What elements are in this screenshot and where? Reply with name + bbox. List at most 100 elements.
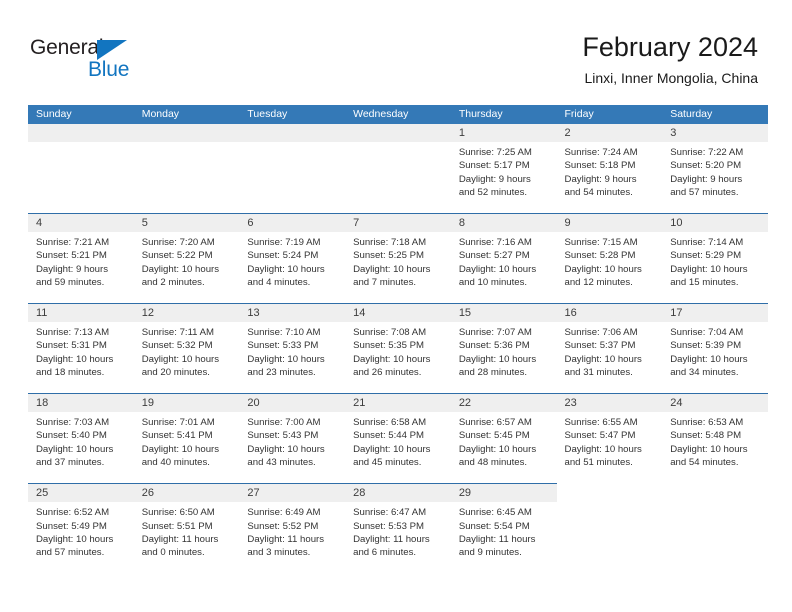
- day-number: 23: [564, 397, 577, 409]
- daylight-text-line1: Daylight: 10 hours: [36, 353, 114, 365]
- sunrise-text: Sunrise: 7:04 AM: [670, 327, 744, 338]
- day-number-band: 20: [239, 394, 346, 412]
- sunrise-text: Sunrise: 6:50 AM: [141, 507, 215, 519]
- calendar-day-cell[interactable]: 21 Sunrise: 6:58 AM Sunset: 5:44 PM Dayligh…: [345, 394, 451, 483]
- calendar-day-cell[interactable]: 14 Sunrise: 7:08 AM Sunset: 5:35 PM Dayligh…: [345, 304, 451, 393]
- calendar-day-cell[interactable]: 23 Sunrise: 6:55 AM Sunset: 5:47 PM Dayligh…: [556, 394, 663, 483]
- calendar-week-inner: 25 Sunrise: 6:52 AM Sunset: 5:49 PM Dayligh…: [28, 484, 768, 573]
- daylight-text-line1: Daylight: 10 hours: [141, 263, 220, 275]
- calendar-week-row: 1 Sunrise: 7:25 AM Sunset: 5:17 PM Daylight…: [28, 124, 768, 213]
- sunrise-text: Sunrise: 6:45 AM: [458, 507, 532, 519]
- calendar-day-cell[interactable]: 8 Sunrise: 7:16 AM Sunset: 5:27 PM Daylight…: [450, 214, 557, 303]
- day-number-band: [239, 124, 346, 142]
- day-sun-info: Sunrise: 7:22 AM Sunset: 5:20 PM Daylight:…: [662, 142, 768, 199]
- calendar-week-inner: 11 Sunrise: 7:13 AM Sunset: 5:31 PM Dayligh…: [28, 304, 768, 393]
- calendar-day-cell[interactable]: 5 Sunrise: 7:20 AM Sunset: 5:22 PM Daylight…: [133, 214, 240, 303]
- calendar-day-cell[interactable]: 16 Sunrise: 7:06 AM Sunset: 5:37 PM Dayligh…: [556, 304, 663, 393]
- day-number: 13: [247, 307, 260, 319]
- day-sun-info: Sunrise: 7:13 AM Sunset: 5:31 PM Daylight:…: [28, 322, 134, 379]
- sunset-text: Sunset: 5:44 PM: [353, 430, 425, 442]
- calendar-day-cell[interactable]: 25 Sunrise: 6:52 AM Sunset: 5:49 PM Dayligh…: [28, 484, 134, 573]
- sunrise-text: Sunrise: 7:24 AM: [564, 147, 638, 158]
- weekday-header-wednesday: Wednesday: [353, 108, 409, 120]
- calendar-day-cell[interactable]: 2 Sunrise: 7:24 AM Sunset: 5:18 PM Daylight…: [556, 124, 663, 213]
- daylight-text-line2: and 57 minutes.: [670, 186, 739, 198]
- weekday-header-friday: Friday: [564, 108, 594, 120]
- daylight-text-line1: Daylight: 10 hours: [141, 443, 220, 455]
- sunrise-text: Sunrise: 7:16 AM: [458, 237, 532, 248]
- calendar-day-cell[interactable]: 15 Sunrise: 7:07 AM Sunset: 5:36 PM Dayligh…: [450, 304, 557, 393]
- calendar-day-cell[interactable]: 28 Sunrise: 6:47 AM Sunset: 5:53 PM Dayligh…: [345, 484, 451, 573]
- day-number: 8: [458, 217, 465, 229]
- day-number-band: 18: [28, 394, 134, 412]
- day-number: 26: [141, 487, 154, 500]
- sunset-text: Sunset: 5:28 PM: [564, 250, 636, 262]
- day-number: 12: [141, 307, 154, 319]
- day-sun-info: Sunrise: 6:55 AM Sunset: 5:47 PM Daylight:…: [557, 412, 663, 469]
- calendar-grid: Sunday Monday Tuesday Wednesday Thursday…: [28, 105, 768, 573]
- sunrise-text: Sunrise: 7:10 AM: [247, 327, 321, 338]
- sunset-text: Sunset: 5:21 PM: [36, 250, 107, 262]
- sunrise-text: Sunrise: 6:52 AM: [36, 507, 110, 519]
- calendar-day-cell[interactable]: 4 Sunrise: 7:21 AM Sunset: 5:21 PM Daylight…: [28, 214, 134, 303]
- calendar-day-cell[interactable]: 1 Sunrise: 7:25 AM Sunset: 5:17 PM Daylight…: [450, 124, 557, 213]
- daylight-text-line2: and 34 minutes.: [670, 366, 739, 378]
- calendar-day-cell[interactable]: 29 Sunrise: 6:45 AM Sunset: 5:54 PM Dayligh…: [450, 484, 557, 573]
- day-number: 3: [670, 127, 677, 139]
- day-sun-info: Sunrise: 6:52 AM Sunset: 5:49 PM Daylight:…: [28, 502, 134, 559]
- daylight-text-line1: Daylight: 10 hours: [564, 443, 642, 455]
- day-number-band: 1: [450, 124, 557, 142]
- calendar-day-cell[interactable]: 11 Sunrise: 7:13 AM Sunset: 5:31 PM Dayligh…: [28, 304, 134, 393]
- calendar-day-cell[interactable]: 9 Sunrise: 7:15 AM Sunset: 5:28 PM Daylight…: [556, 214, 663, 303]
- day-sun-info: Sunrise: 7:18 AM Sunset: 5:25 PM Daylight:…: [345, 232, 451, 289]
- day-number-band: 9: [556, 214, 663, 232]
- day-number-band: 17: [662, 304, 768, 322]
- daylight-text-line2: and 4 minutes.: [247, 276, 311, 288]
- calendar-day-cell[interactable]: 13 Sunrise: 7:10 AM Sunset: 5:33 PM Dayligh…: [239, 304, 346, 393]
- title-block: February 2024 Linxi, Inner Mongolia, Chi…: [582, 30, 758, 88]
- day-sun-info: Sunrise: 7:24 AM Sunset: 5:18 PM Daylight:…: [557, 142, 663, 199]
- day-number: 9: [564, 217, 571, 229]
- day-number-band: 4: [28, 214, 134, 232]
- calendar-day-cell[interactable]: 12 Sunrise: 7:11 AM Sunset: 5:32 PM Dayligh…: [133, 304, 240, 393]
- sunset-text: Sunset: 5:45 PM: [458, 430, 530, 442]
- daylight-text-line2: and 45 minutes.: [353, 456, 422, 468]
- calendar-day-cell[interactable]: 22 Sunrise: 6:57 AM Sunset: 5:45 PM Dayligh…: [450, 394, 557, 483]
- calendar-week-inner: 18 Sunrise: 7:03 AM Sunset: 5:40 PM Dayligh…: [28, 394, 768, 483]
- daylight-text-line2: and 59 minutes.: [36, 276, 105, 288]
- daylight-text-line1: Daylight: 10 hours: [247, 443, 325, 455]
- sunset-text: Sunset: 5:25 PM: [353, 250, 425, 262]
- day-number: 16: [564, 307, 577, 319]
- sunset-text: Sunset: 5:29 PM: [670, 250, 742, 262]
- calendar-day-cell[interactable]: 3 Sunrise: 7:22 AM Sunset: 5:20 PM Daylight…: [662, 124, 768, 213]
- day-sun-info: Sunrise: 7:10 AM Sunset: 5:33 PM Daylight:…: [239, 322, 345, 379]
- day-number-band: 15: [450, 304, 557, 322]
- day-number-band: 24: [662, 394, 768, 412]
- daylight-text-line2: and 54 minutes.: [670, 456, 739, 468]
- calendar-day-cell[interactable]: 20 Sunrise: 7:00 AM Sunset: 5:43 PM Dayligh…: [239, 394, 346, 483]
- calendar-day-cell[interactable]: 24 Sunrise: 6:53 AM Sunset: 5:48 PM Dayligh…: [662, 394, 768, 483]
- day-number: 25: [36, 487, 49, 500]
- calendar-day-cell[interactable]: 6 Sunrise: 7:19 AM Sunset: 5:24 PM Daylight…: [239, 214, 346, 303]
- calendar-day-cell[interactable]: 27 Sunrise: 6:49 AM Sunset: 5:52 PM Dayligh…: [239, 484, 346, 573]
- day-sun-info: Sunrise: 7:20 AM Sunset: 5:22 PM Daylight:…: [134, 232, 240, 289]
- calendar-day-cell[interactable]: 7 Sunrise: 7:18 AM Sunset: 5:25 PM Daylight…: [345, 214, 451, 303]
- sunrise-text: Sunrise: 6:49 AM: [247, 507, 321, 519]
- day-sun-info: Sunrise: 7:04 AM Sunset: 5:39 PM Daylight:…: [662, 322, 768, 379]
- day-number: 21: [353, 397, 366, 409]
- day-sun-info: Sunrise: 7:03 AM Sunset: 5:40 PM Daylight:…: [28, 412, 134, 469]
- sunset-text: Sunset: 5:53 PM: [353, 520, 425, 532]
- daylight-text-line1: Daylight: 10 hours: [247, 353, 325, 365]
- calendar-day-cell[interactable]: 19 Sunrise: 7:01 AM Sunset: 5:41 PM Dayligh…: [133, 394, 240, 483]
- day-sun-info: Sunrise: 7:11 AM Sunset: 5:32 PM Daylight:…: [134, 322, 240, 379]
- calendar-day-cell[interactable]: 26 Sunrise: 6:50 AM Sunset: 5:51 PM Dayligh…: [133, 484, 240, 573]
- sunset-text: Sunset: 5:40 PM: [36, 430, 107, 442]
- daylight-text-line2: and 6 minutes.: [353, 547, 417, 559]
- day-number-band: 22: [450, 394, 557, 412]
- day-number-band: 27: [239, 484, 346, 503]
- day-sun-info: Sunrise: 6:47 AM Sunset: 5:53 PM Daylight:…: [345, 502, 451, 559]
- day-number-band: 5: [133, 214, 240, 232]
- calendar-day-cell[interactable]: 10 Sunrise: 7:14 AM Sunset: 5:29 PM Dayligh…: [662, 214, 768, 303]
- calendar-day-cell[interactable]: 18 Sunrise: 7:03 AM Sunset: 5:40 PM Dayligh…: [28, 394, 134, 483]
- calendar-day-cell[interactable]: 17 Sunrise: 7:04 AM Sunset: 5:39 PM Dayligh…: [662, 304, 768, 393]
